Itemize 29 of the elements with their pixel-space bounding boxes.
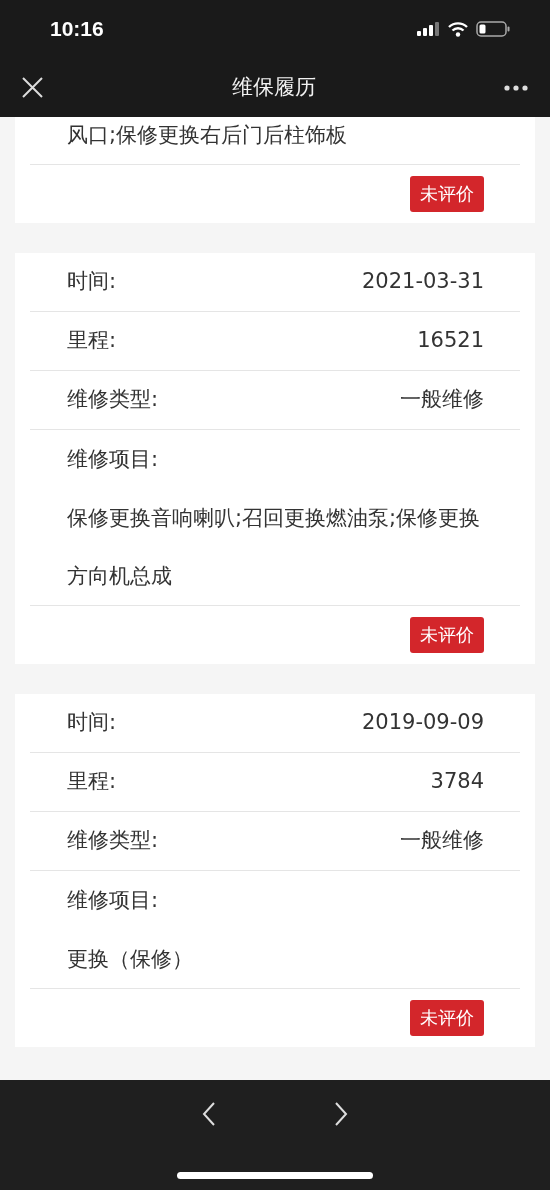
field-label: 维修类型:: [67, 827, 159, 855]
field-label: 时间:: [67, 268, 117, 296]
field-value: 3784: [430, 768, 484, 796]
field-label: 时间:: [67, 709, 117, 737]
field-value: 一般维修: [400, 827, 484, 855]
field-label: 里程:: [67, 327, 117, 355]
forward-icon[interactable]: [334, 1102, 348, 1126]
repair-items-text: 风口;保修更换右后门后柱饰板: [30, 117, 520, 165]
repair-items-text: 保修更换音响喇叭;召回更换燃油泵;保修更换方向机总成: [30, 489, 520, 606]
battery-icon: [476, 21, 510, 37]
wifi-icon: [448, 21, 468, 37]
field-value: 一般维修: [400, 386, 484, 414]
field-value: 16521: [417, 327, 484, 355]
close-icon[interactable]: [22, 77, 43, 98]
more-icon[interactable]: [504, 84, 528, 91]
signal-icon: [417, 22, 440, 36]
repair-items-text: 更换（保修）: [30, 930, 520, 989]
rating-badge[interactable]: 未评价: [410, 1000, 484, 1036]
field-label: 维修项目:: [67, 445, 159, 473]
field-label: 里程:: [67, 768, 117, 796]
page-title: 维保履历: [231, 73, 316, 101]
rating-badge[interactable]: 未评价: [410, 176, 484, 212]
field-value: 2021-03-31: [361, 268, 484, 296]
rating-badge[interactable]: 未评价: [410, 617, 484, 653]
field-label: 维修类型:: [67, 386, 159, 414]
status-time: 10:16: [50, 16, 104, 43]
field-label: 维修项目:: [67, 886, 159, 914]
back-icon[interactable]: [202, 1102, 216, 1126]
field-value: 2019-09-09: [361, 709, 484, 737]
